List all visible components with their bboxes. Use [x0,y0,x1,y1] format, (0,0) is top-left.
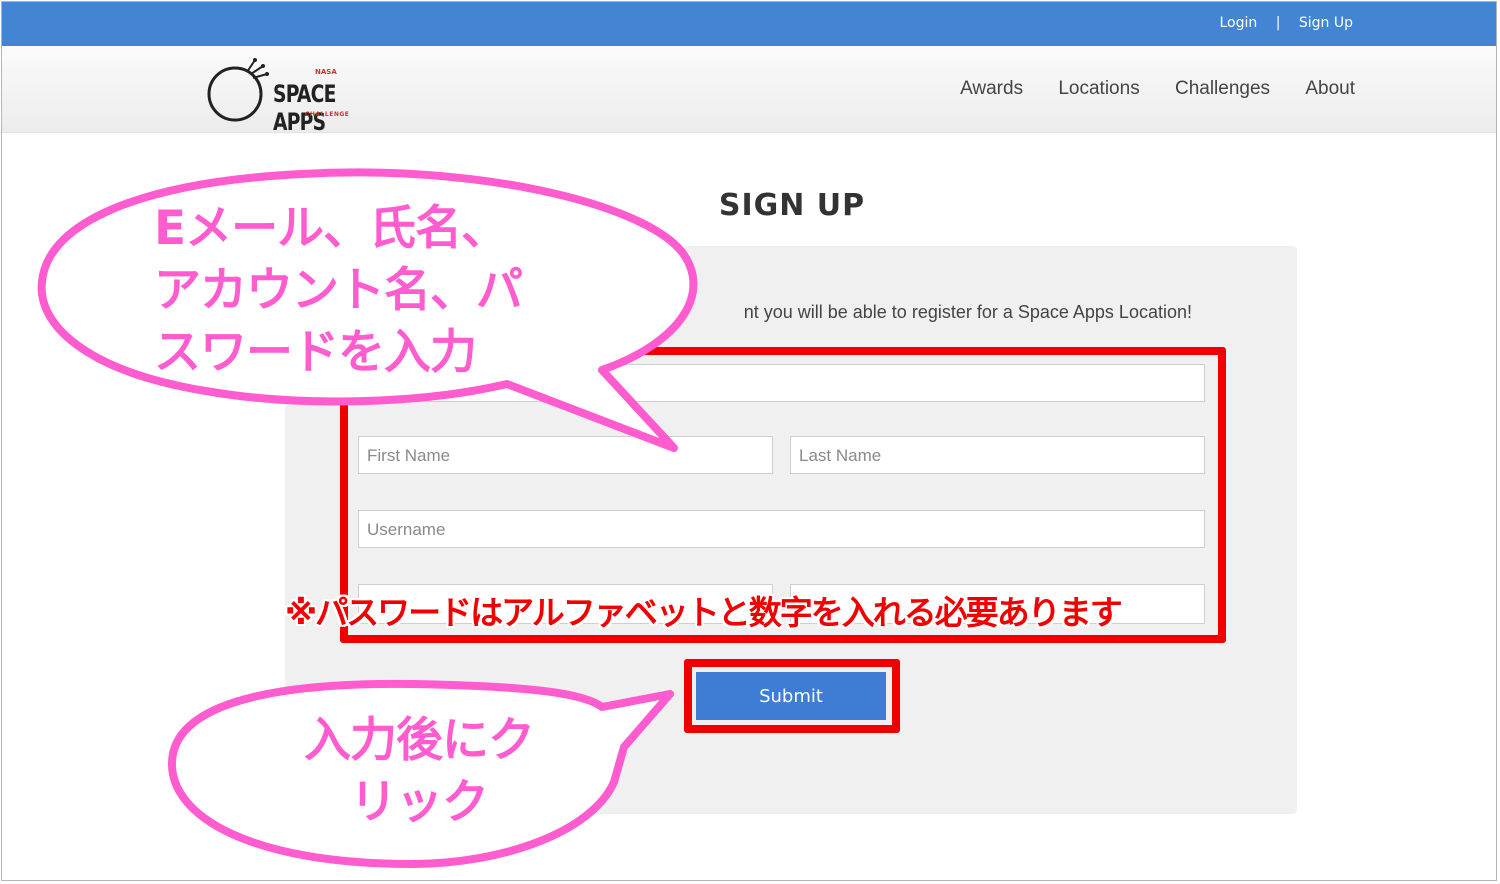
bubble-top-line-1: Eメール、氏名、 [154,201,508,256]
bubble-bottom-text: 入力後にク リック [274,710,564,834]
browser-frame: Login | Sign Up NASA SPACE APPS CHALLENG… [1,1,1497,881]
bubble-bottom-line-1: 入力後にク [304,713,535,768]
speech-bubbles [37,168,698,868]
bubble-bottom-line-2: リック [350,775,489,830]
password-note: ※パスワードはアルファベットと数字を入れる必要あります [285,593,1123,632]
bubble-top-line-3: スワードを入力 [154,325,477,380]
bubble-top-text: Eメール、氏名、 アカウント名、パ スワードを入力 [154,198,523,384]
bubble-top-line-2: アカウント名、パ [154,263,523,318]
